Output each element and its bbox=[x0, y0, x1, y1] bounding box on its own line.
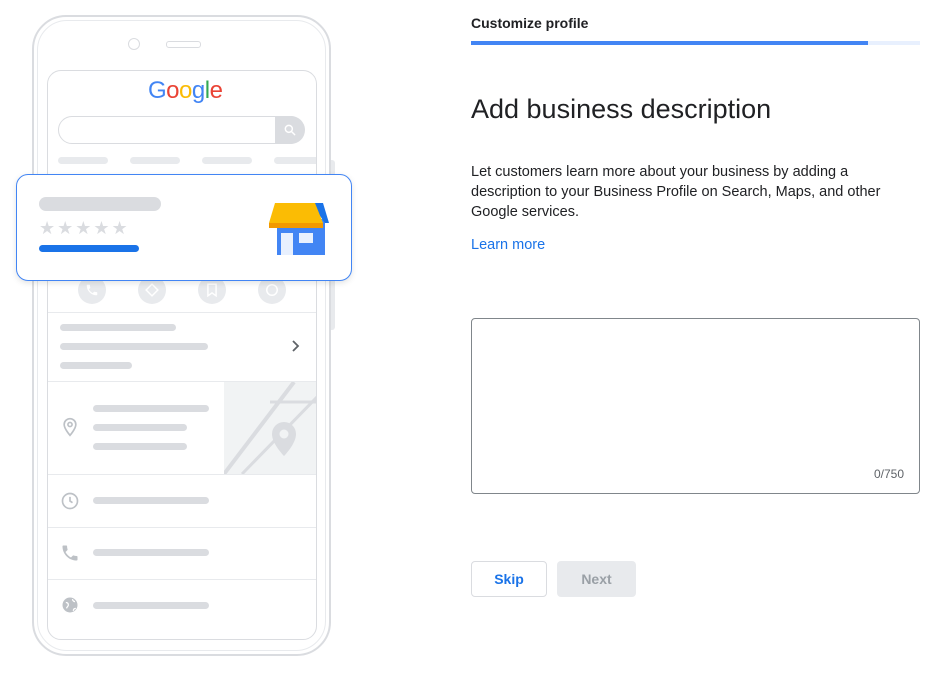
logo-letter: o bbox=[166, 77, 180, 104]
tab-placeholder bbox=[130, 157, 180, 164]
google-logo: Google bbox=[148, 77, 223, 105]
placeholder-line bbox=[93, 424, 187, 431]
divider bbox=[48, 312, 316, 313]
character-counter: 0/750 bbox=[873, 467, 904, 481]
illustration-searchbar bbox=[58, 115, 305, 144]
placeholder-line bbox=[93, 443, 187, 450]
clock-icon bbox=[60, 491, 80, 511]
tab-placeholder bbox=[58, 157, 108, 164]
placeholder-line bbox=[60, 343, 208, 350]
progress-fill bbox=[471, 41, 869, 45]
logo-letter: e bbox=[209, 77, 223, 104]
step-title: Customize profile bbox=[471, 15, 589, 31]
phone-screen: Google bbox=[47, 70, 317, 640]
logo-letter: G bbox=[148, 77, 167, 104]
star-rating-icon: ★★★★★ bbox=[39, 218, 130, 239]
business-description-field[interactable]: 0/750 bbox=[471, 318, 920, 494]
divider bbox=[48, 474, 316, 475]
business-name-placeholder bbox=[39, 197, 161, 211]
page-description: Let customers learn more about your busi… bbox=[471, 164, 881, 220]
placeholder-line bbox=[60, 324, 176, 331]
map-thumbnail bbox=[224, 382, 316, 474]
placeholder-line bbox=[93, 497, 209, 504]
phone-icon bbox=[60, 543, 80, 563]
placeholder-line bbox=[93, 549, 209, 556]
placeholder-line bbox=[93, 405, 209, 412]
progress-bar bbox=[471, 41, 920, 45]
logo-letter: g bbox=[191, 77, 205, 104]
tab-placeholder bbox=[202, 157, 252, 164]
tab-placeholder bbox=[274, 157, 316, 164]
logo-letter: o bbox=[179, 77, 192, 104]
divider bbox=[48, 579, 316, 580]
phone-camera bbox=[128, 38, 140, 50]
business-info-placeholder bbox=[39, 245, 139, 252]
business-card-illustration: ★★★★★ bbox=[16, 174, 352, 281]
page-title: Add business description bbox=[471, 94, 772, 124]
storefront-icon bbox=[267, 199, 329, 262]
phone-speaker bbox=[166, 41, 201, 48]
search-icon bbox=[274, 115, 305, 144]
skip-button[interactable]: Skip bbox=[471, 561, 547, 597]
next-button[interactable]: Next bbox=[557, 561, 636, 597]
learn-more-link[interactable]: Learn more bbox=[471, 237, 545, 253]
chevron-right-icon bbox=[290, 339, 302, 358]
divider bbox=[48, 527, 316, 528]
business-description-input[interactable] bbox=[472, 319, 919, 469]
globe-icon bbox=[60, 595, 80, 615]
placeholder-line bbox=[60, 362, 132, 369]
location-pin-icon bbox=[60, 417, 80, 437]
placeholder-line bbox=[93, 602, 209, 609]
